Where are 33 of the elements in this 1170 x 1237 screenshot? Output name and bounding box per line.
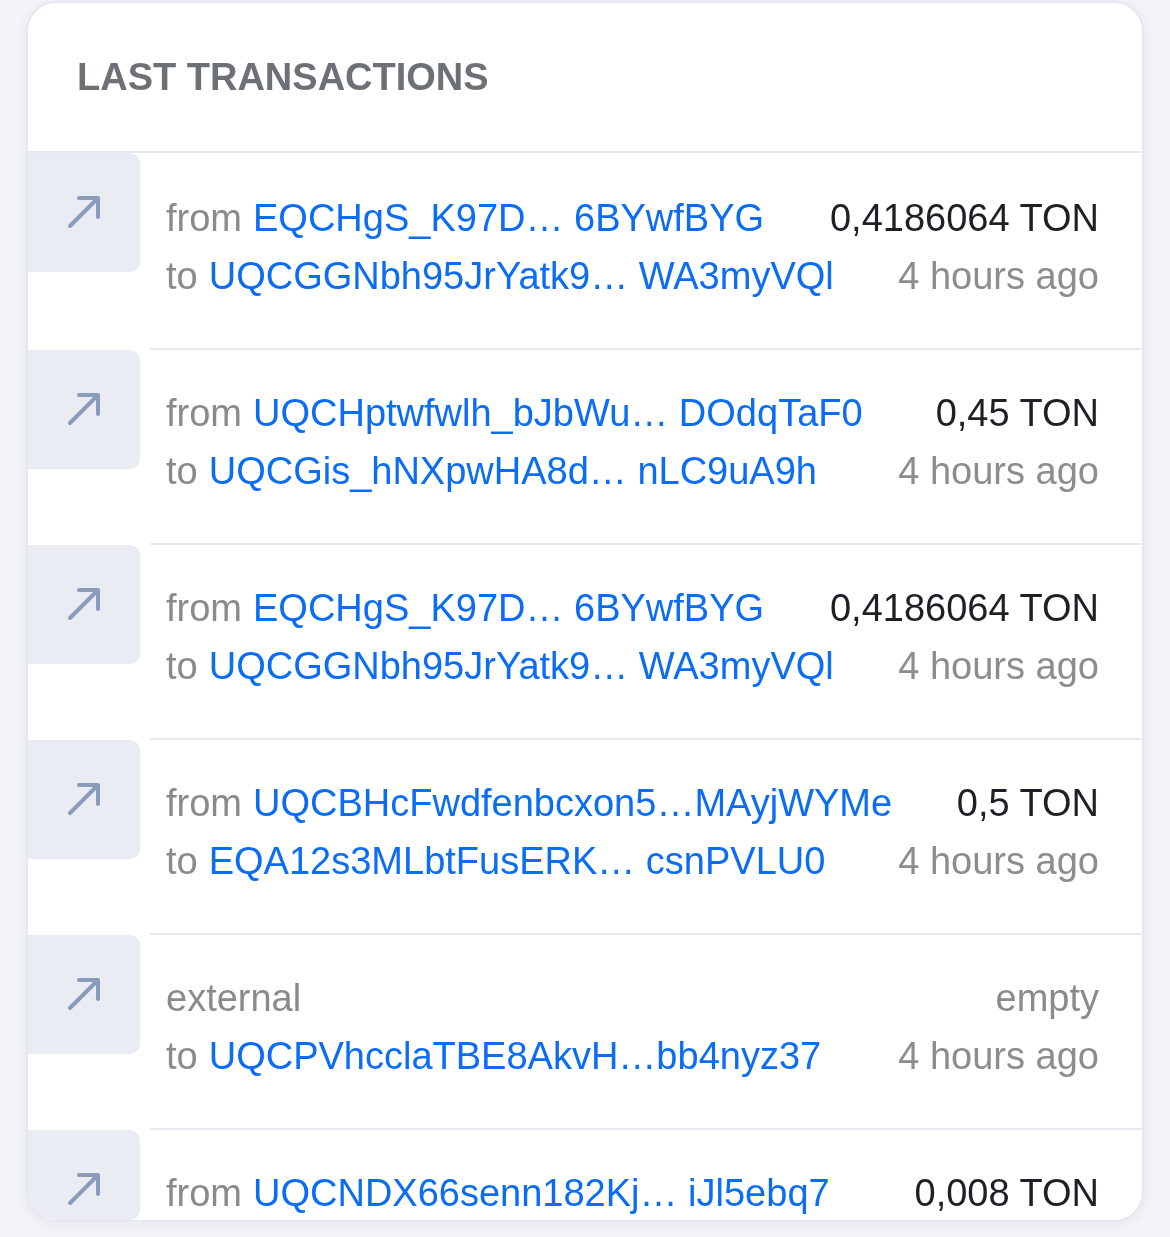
destination-label: to bbox=[166, 1034, 198, 1079]
amount-text: 0,4186064 TON bbox=[829, 586, 1099, 631]
address-link[interactable]: UQCGis_hNXpwHA8d… nLC9uA9h bbox=[208, 444, 817, 498]
section-title: LAST TRANSACTIONS bbox=[77, 55, 489, 100]
amount-text: empty bbox=[995, 976, 1099, 1021]
timestamp: 4 hours ago bbox=[898, 449, 1099, 494]
source-label: from bbox=[166, 586, 242, 631]
amount-text: 0,008 TON bbox=[914, 1171, 1099, 1216]
source-label: from bbox=[166, 196, 242, 241]
timestamp: 4 hours ago bbox=[898, 644, 1099, 689]
address-link[interactable]: UQCGGNbh95JrYatk9… WA3myVQl bbox=[208, 249, 834, 303]
timestamp: 4 hours ago bbox=[898, 254, 1099, 299]
timestamp: 4 hours ago bbox=[898, 839, 1099, 884]
address-link[interactable]: UQCPVhcclaTBE8AkvH…bb4nyz37 bbox=[208, 1029, 822, 1083]
address-link[interactable]: EQCHgS_K97D… 6BYwfBYG bbox=[253, 191, 765, 245]
destination-label: to bbox=[166, 839, 198, 884]
source-label: external bbox=[166, 976, 302, 1021]
amount-text: 0,45 TON bbox=[935, 391, 1099, 436]
amount-text: 0,4186064 TON bbox=[829, 196, 1099, 241]
address-link[interactable]: UQCHptwfwlh_bJbWu… DOdqTaF0 bbox=[253, 386, 863, 440]
address-link[interactable]: UQCNDX66senn182Kj… iJl5ebq7 bbox=[253, 1166, 830, 1220]
destination-label: to bbox=[166, 254, 198, 299]
address-link[interactable]: EQA12s3MLbtFusERK… csnPVLU0 bbox=[208, 834, 826, 888]
source-label: from bbox=[166, 1171, 242, 1216]
address-link[interactable]: UQCBHcFwdfenbcxon5…MAyjWYMe bbox=[253, 776, 893, 830]
amount-text: 0,5 TON bbox=[956, 781, 1099, 826]
destination-label: to bbox=[166, 644, 198, 689]
address-link[interactable]: EQCHgS_K97D… 6BYwfBYG bbox=[253, 581, 765, 635]
destination-label: to bbox=[166, 449, 198, 494]
source-label: from bbox=[166, 391, 242, 436]
source-label: from bbox=[166, 781, 242, 826]
timestamp: 4 hours ago bbox=[898, 1034, 1099, 1079]
address-link[interactable]: UQCGGNbh95JrYatk9… WA3myVQl bbox=[208, 639, 834, 693]
